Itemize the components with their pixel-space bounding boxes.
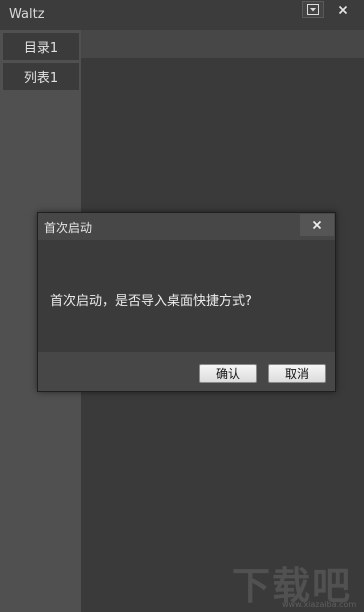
dialog-body: 首次启动，是否导入桌面快捷方式? [38,240,335,352]
dialog-header: 首次启动 [38,213,335,240]
title-bar: Waltz [0,0,364,30]
window-menu-button[interactable] [302,1,324,18]
watermark-url: www.xiazaiba.com [282,600,357,609]
sidebar-item-list[interactable]: 列表1 [3,63,79,90]
dropdown-icon [307,4,319,15]
cancel-button[interactable]: 取消 [268,364,326,383]
dialog-footer: 确认 取消 [38,352,335,391]
sidebar-item-directory[interactable]: 目录1 [3,33,79,60]
sidebar-item-label: 目录1 [23,41,59,56]
dialog-close-button[interactable] [300,214,334,236]
dialog-title: 首次启动 [44,221,93,235]
sidebar-item-label: 列表1 [23,71,59,86]
confirm-button[interactable]: 确认 [199,364,257,383]
main-header-strip [81,30,364,58]
close-icon [312,220,322,230]
first-launch-dialog: 首次启动 首次启动，是否导入桌面快捷方式? 确认 取消 [37,212,336,392]
window-close-button[interactable] [332,1,354,18]
close-icon [338,5,348,14]
app-title: Waltz [9,7,45,22]
dialog-message: 首次启动，是否导入桌面快捷方式? [50,294,252,309]
